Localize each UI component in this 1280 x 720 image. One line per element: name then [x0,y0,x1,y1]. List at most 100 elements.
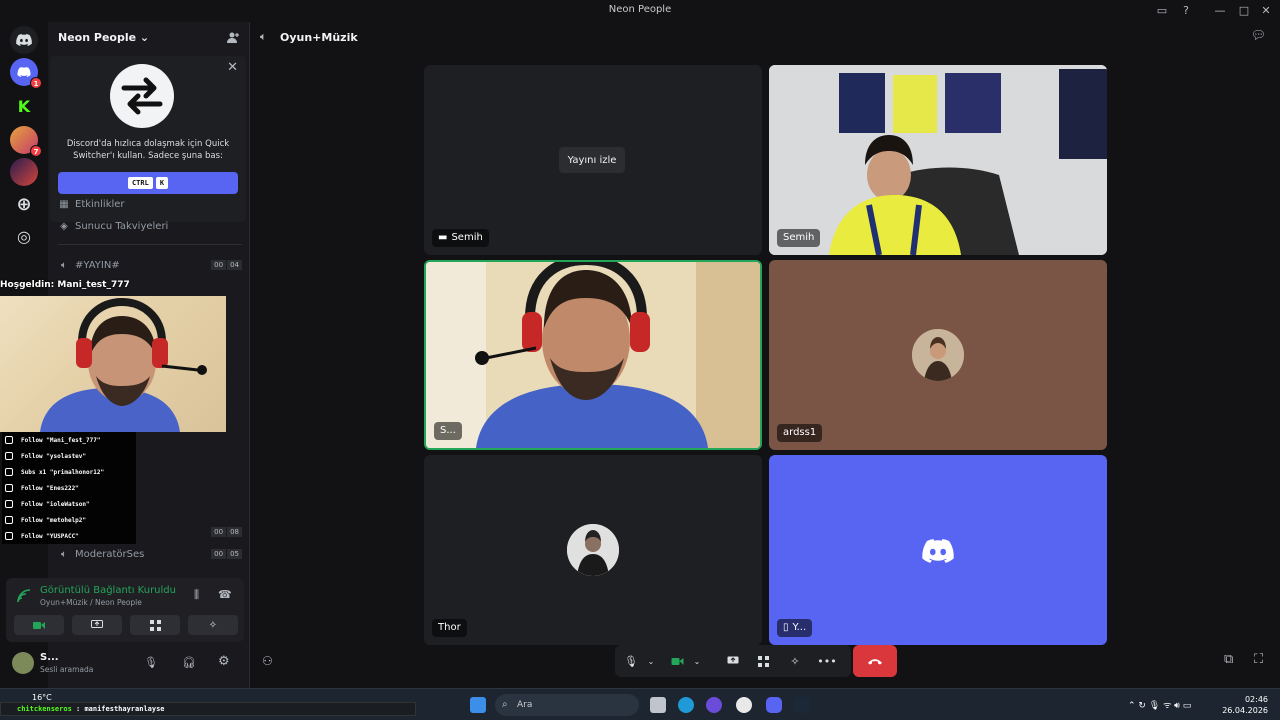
chat-icon[interactable]: 💬︎ [1251,28,1266,42]
chevron-down-icon[interactable]: ⌄ [687,651,707,671]
settings-gear-icon[interactable]: ⚙ [218,654,230,669]
tile-name-tag: ▬ Semih [432,229,489,247]
activities-icon[interactable] [753,651,773,671]
notification-badge: 1 [30,77,42,89]
avatar-tile-y[interactable]: ▯ Y... [769,455,1107,645]
close-button[interactable]: ✕ [1258,3,1274,19]
stream-tile-semih[interactable]: Yayını izle ▬ Semih [424,65,762,255]
voice-status[interactable]: Görüntülü Bağlantı Kuruldu [40,585,176,596]
server-header[interactable]: Neon People ⌄ [48,22,250,54]
avatar [567,524,619,576]
channel-yayin[interactable]: 🔈︎ #YAYIN# 00 04 [58,255,242,275]
taskbar-clock[interactable]: 02:46 26.04.2026 [1222,694,1268,716]
avatar[interactable] [12,652,34,674]
call-control-bar: 🎙︎ ⌄ ⌄ ✧ ••• [615,645,851,677]
hangup-button[interactable] [853,645,897,677]
avatar-tile-ardss1[interactable]: ardss1 [769,260,1107,450]
follow-text: Follow "ysolastev" [21,452,87,460]
channel-label: Etkinlikler [75,198,125,210]
fullscreen-icon[interactable]: ⛶ [1254,652,1263,667]
speaker-icon: 🔈︎ [61,548,67,560]
task-view-icon[interactable] [650,697,666,713]
discord-logo-icon [922,539,954,563]
discord-home-icon[interactable] [10,26,38,54]
video-tile-speaking[interactable]: S... [424,260,762,450]
search-icon: ⌕ [502,699,508,710]
soundboard-button[interactable]: ✧ [188,615,238,635]
discover-icon[interactable]: ◎ [10,222,38,250]
video-camera-icon[interactable] [667,651,687,671]
screen-share-button[interactable] [72,615,122,635]
server-name: Neon People ⌄ [58,31,150,44]
popout-icon[interactable]: ⧉ [1224,652,1233,667]
tile-name: Y... [792,622,807,633]
signal-icon[interactable] [16,588,32,604]
follow-text: Follow "metohelp2" [21,516,87,524]
microphone-icon[interactable]: 🎙︎ [144,656,158,669]
maximize-button[interactable]: □ [1236,3,1252,19]
kick-server-icon[interactable]: K [10,92,38,120]
windows-start-icon[interactable] [470,697,486,713]
follow-item: Follow "ioleWatson" [2,496,136,512]
microphone-icon[interactable]: 🎙︎ [621,651,641,671]
follow-item: Follow "Mani_fest_777" [2,432,136,448]
video-tile-semih[interactable]: Semih [769,65,1107,255]
search-label: Ara [517,700,533,710]
channel-label: Sunucu Takviyeleri [75,220,169,232]
discord-taskbar-icon[interactable] [766,697,782,713]
invite-people-icon[interactable] [226,31,240,45]
steam-icon[interactable] [794,697,810,713]
channel-moderatorses[interactable]: 🔈︎ ModeratörSes 00 05 [58,544,242,564]
disconnect-icon[interactable]: ☎ [218,588,232,601]
heart-icon [5,484,13,492]
tile-name-tag: ardss1 [777,424,823,442]
channel-server-boosts[interactable]: ◈ Sunucu Takviyeleri [58,216,242,236]
noise-suppression-icon[interactable]: ⫼ [194,588,199,602]
taskbar-search[interactable]: ⌕ Ara [495,694,639,716]
weather-temp[interactable]: 16°C [32,693,52,702]
camera-button[interactable] [14,615,64,635]
headphones-icon[interactable]: 🎧︎ [182,656,196,669]
add-server-icon[interactable]: ⊕ [10,190,38,218]
screen-share-icon[interactable] [723,651,743,671]
soundboard-icon[interactable]: ✧ [785,651,805,671]
channel-label: #YAYIN# [75,259,120,271]
count-b: 04 [227,260,242,270]
follow-text: Follow "Enes222" [21,484,79,492]
add-people-icon[interactable]: ⚇ [262,654,273,668]
marquee-text: manifesthayranlayse [84,705,165,713]
count-a: 00 [211,260,227,270]
avatar [912,329,964,381]
follow-alert-list: Follow "Mani_fest_777" Follow "ysolastev… [2,432,136,544]
count-b: 08 [227,527,242,537]
obs-icon[interactable] [736,697,752,713]
channel-events[interactable]: ▦ Etkinlikler [58,194,242,214]
close-icon[interactable]: ✕ [227,60,238,75]
clock-time: 02:46 [1244,695,1268,704]
avatar-tile-thor[interactable]: Thor [424,455,762,645]
chevron-down-icon[interactable]: ⌄ [641,651,661,671]
call-channel-name: Oyun+Müzik [280,31,358,44]
more-options-icon[interactable]: ••• [817,651,837,671]
server-icon-neon-people[interactable] [10,158,38,186]
follow-text: Follow "YUSPACC" [21,532,79,540]
quick-switcher-shortcut[interactable]: CTRL K [58,172,238,194]
follow-item: Follow "ysolastev" [2,448,136,464]
watch-stream-button[interactable]: Yayını izle [559,147,625,173]
user-name[interactable]: S... [40,652,59,663]
notification-badge: 7 [30,145,42,157]
minimize-button[interactable]: — [1212,3,1228,19]
server-icon-1[interactable]: 1 [10,58,42,89]
star-icon [5,468,13,476]
system-tray-icons[interactable]: ⌃ ↻ 🎙︎ ᯤ 🔊︎ ▭ [1128,698,1191,711]
server-icon-3[interactable]: 7 [10,126,42,157]
help-icon[interactable]: ? [1178,3,1194,19]
inbox-icon[interactable]: ▭ [1154,3,1170,19]
voice-location[interactable]: Oyun+Müzik / Neon People [40,598,142,607]
edge-icon[interactable] [678,697,694,713]
app-icon[interactable] [706,697,722,713]
activities-button[interactable] [130,615,180,635]
tile-name: Semih [451,232,483,243]
tile-name-tag: Semih [777,229,821,247]
calendar-icon: ▦ [59,198,69,210]
